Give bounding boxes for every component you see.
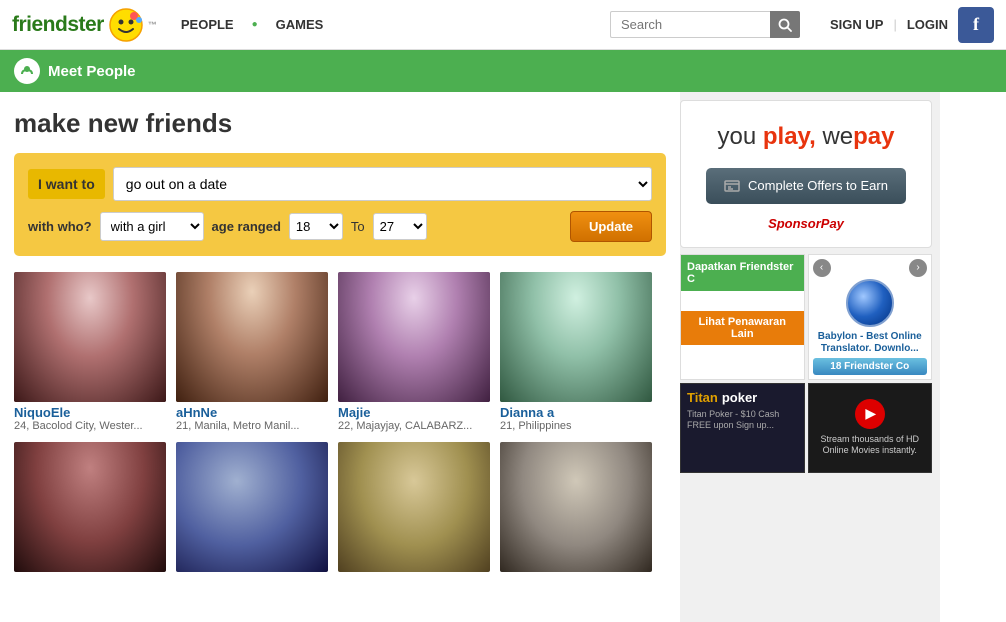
with-who-label: with who? [28,219,92,234]
ad-tagline: you play, wepay [697,123,915,152]
logo-text: friendster [12,13,104,37]
profile-image [500,272,652,402]
main-layout: make new friends I want to go out on a d… [0,92,1006,622]
meet-people-icon-circle [14,58,40,84]
play-icon: ▶ [865,405,876,422]
babylon-ad: ‹ › Babylon - Best Online Translator. Do… [808,254,933,380]
green-bar: Meet People [0,50,1006,92]
search-button[interactable] [770,11,800,38]
titan-icon: Titan [687,390,718,405]
update-button[interactable]: Update [570,211,652,242]
earn-button-label: Complete Offers to Earn [748,178,888,193]
babylon-globe-icon [846,279,894,327]
profile-info: 21, Manila, Metro Manil... [176,420,328,432]
nav-row: ‹ › [813,259,928,277]
auth-area: SIGN UP | LOGIN f [830,7,994,43]
main-ad-box: you play, wepay Complete Offers to Earn … [680,100,932,248]
sponsor-pay-label: SponsorPay [697,216,915,231]
auth-divider: | [893,17,896,32]
babylon-cta-button[interactable]: 18 Friendster Co [813,358,928,375]
profile-info: 21, Philippines [500,420,652,432]
logo-tm: ™ [148,20,157,30]
ad-you: you [718,123,757,150]
page-title: make new friends [14,108,666,139]
profile-card[interactable] [14,442,166,575]
profile-image [338,442,490,572]
profile-card[interactable]: NiquoEle 24, Bacolod City, Wester... [14,272,166,432]
titan-subtitle: Titan Poker - $10 Cash FREE upon Sign up… [687,409,798,432]
search-input[interactable] [610,11,770,38]
profile-grid: NiquoEle 24, Bacolod City, Wester... aHn… [14,272,666,575]
profile-image [14,442,166,572]
profile-image [176,442,328,572]
profile-card[interactable] [500,442,652,575]
search-area [610,11,800,38]
titan-poker-text: poker [722,390,757,405]
profile-info: 24, Bacolod City, Wester... [14,420,166,432]
filter-row-2: with who? with a girl with a boy with an… [28,211,652,242]
logo-mascot [108,7,144,43]
login-button[interactable]: LOGIN [907,17,948,32]
nav-games[interactable]: GAMES [276,17,324,32]
nav-dot: ● [252,19,258,30]
profile-image [14,272,166,402]
filter-row-1: I want to go out on a date make new frie… [28,167,652,201]
i-want-to-label: I want to [28,169,105,199]
titan-ad: Titan poker Titan Poker - $10 Cash FREE … [680,383,805,473]
next-ad-button[interactable]: › [909,259,927,277]
profile-card[interactable]: Majie 22, Majayjay, CALABARZ... [338,272,490,432]
profile-name: NiquoEle [14,405,166,420]
ad-pay: pay [853,123,894,150]
with-who-select[interactable]: with a girl with a boy with anyone [100,212,204,241]
titan-logo: Titan poker [687,390,798,405]
age-from-select[interactable]: 1819202122 [289,213,343,240]
nav: PEOPLE ● GAMES [181,17,323,32]
profile-card[interactable] [338,442,490,575]
profile-card[interactable]: aHnNe 21, Manila, Metro Manil... [176,272,328,432]
profile-card[interactable]: Dianna a 21, Philippines [500,272,652,432]
logo-icon [108,7,144,43]
ad-play: play, [756,123,816,150]
offers-icon [724,178,740,194]
age-to-select[interactable]: 27282930 [373,213,427,240]
babylon-title: Babylon - Best Online Translator. Downlo… [813,331,928,355]
stream-ad: ▶ Stream thousands of HD Online Movies i… [808,383,933,473]
headphone-icon [20,64,34,78]
profile-info: 22, Majayjay, CALABARZ... [338,420,490,432]
profile-name: Majie [338,405,490,420]
profile-card[interactable] [176,442,328,575]
content-area: make new friends I want to go out on a d… [0,92,680,622]
header: friendster ™ PEOPLE ● GAMES SIGN U [0,0,1006,50]
earn-button[interactable]: Complete Offers to Earn [706,168,906,204]
ad-we: we [816,123,853,150]
small-ads-grid: Dapatkan Friendster C Lihat Penawaran La… [680,254,932,473]
logo: friendster ™ [12,7,157,43]
nav-people[interactable]: PEOPLE [181,17,234,32]
age-ranged-label: age ranged [212,219,281,234]
lihat-link[interactable]: Lihat Penawaran Lain [681,311,804,345]
stream-play-button[interactable]: ▶ [855,399,885,429]
facebook-button[interactable]: f [958,7,994,43]
search-icon [778,18,792,32]
green-bar-title: Meet People [48,63,136,80]
prev-ad-button[interactable]: ‹ [813,259,831,277]
profile-image [500,442,652,572]
profile-image [338,272,490,402]
stream-title: Stream thousands of HD Online Movies ins… [815,434,926,457]
filter-box: I want to go out on a date make new frie… [14,153,666,256]
dapatkan-label: Dapatkan Friendster C [681,255,804,291]
signup-button[interactable]: SIGN UP [830,17,883,32]
sidebar: you play, wepay Complete Offers to Earn … [680,92,940,622]
want-to-select[interactable]: go out on a date make new friends chat d… [113,167,652,201]
profile-name: Dianna a [500,405,652,420]
profile-name: aHnNe [176,405,328,420]
age-to-label: To [351,219,365,234]
profile-image [176,272,328,402]
dapatkan-ad: Dapatkan Friendster C Lihat Penawaran La… [680,254,805,380]
